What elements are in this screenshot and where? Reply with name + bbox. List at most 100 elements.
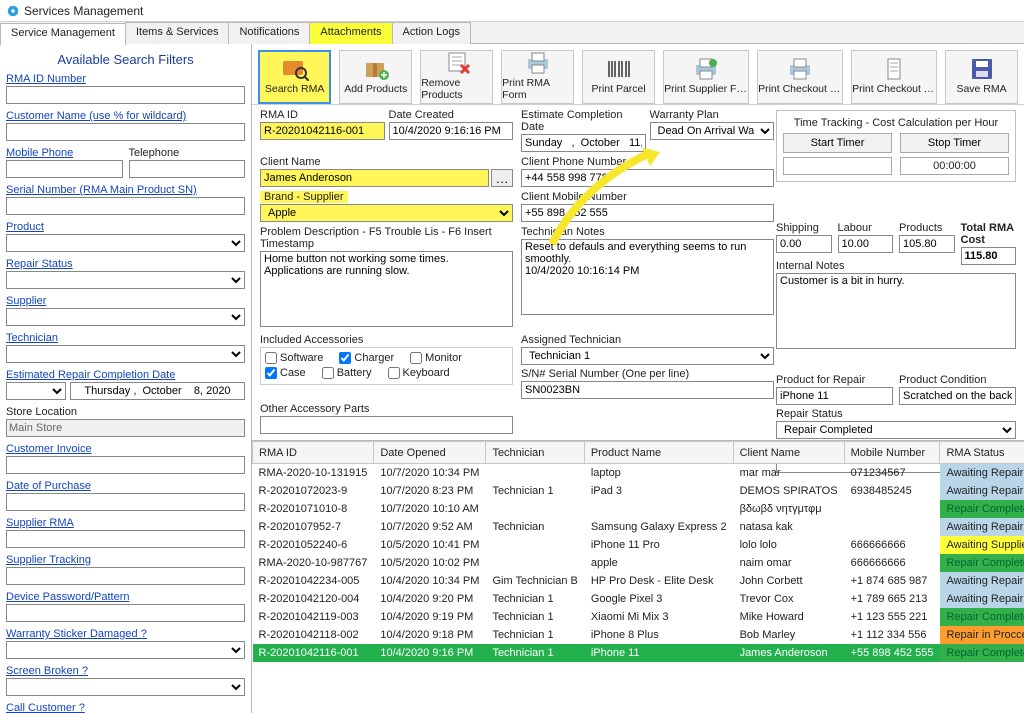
table-row[interactable]: R-20201042234-00510/4/2020 10:34 PMGim T…: [253, 572, 1024, 590]
filter-technician[interactable]: [6, 345, 245, 363]
label-call-customer[interactable]: Call Customer ?: [6, 702, 245, 713]
serial-input[interactable]: [521, 381, 774, 399]
print-supplier-form-button[interactable]: Print Supplier Form: [663, 50, 749, 104]
print-checkout-form-button[interactable]: Print Checkout Form: [757, 50, 843, 104]
labour-input[interactable]: [838, 235, 894, 253]
tab-service-management[interactable]: Service Management: [0, 23, 126, 45]
acc-case[interactable]: Case: [265, 367, 306, 379]
label-supplier-tracking[interactable]: Supplier Tracking: [6, 554, 245, 566]
filter-purchase[interactable]: [6, 493, 245, 511]
label-screen-broken[interactable]: Screen Broken ?: [6, 665, 245, 677]
internal-notes-textarea[interactable]: Customer is a bit in hurry.: [776, 273, 1016, 349]
filter-repair-status[interactable]: [6, 271, 245, 289]
label-technician[interactable]: Technician: [6, 332, 245, 344]
table-row[interactable]: R-20201042118-00210/4/2020 9:18 PMTechni…: [253, 626, 1024, 644]
table-header[interactable]: RMA ID: [253, 442, 374, 464]
filter-device-pw[interactable]: [6, 604, 245, 622]
warranty-plan-select[interactable]: Dead On Arrival Warranty A: [650, 122, 775, 140]
tab-action-logs[interactable]: Action Logs: [392, 22, 471, 44]
tab-items-services[interactable]: Items & Services: [125, 22, 230, 44]
client-lookup-button[interactable]: …: [491, 169, 513, 187]
est-comp-input[interactable]: [521, 134, 646, 152]
print-rma-form-button[interactable]: Print RMA Form: [501, 50, 574, 104]
filter-product[interactable]: [6, 234, 245, 252]
filter-supplier[interactable]: [6, 308, 245, 326]
label-est-date[interactable]: Estimated Repair Completion Date: [6, 369, 245, 381]
client-phone-input[interactable]: [521, 169, 774, 187]
filter-telephone[interactable]: [129, 160, 246, 178]
repair-status-select[interactable]: Repair Completed: [776, 421, 1016, 439]
table-header[interactable]: Date Opened: [374, 442, 486, 464]
acc-software[interactable]: Software: [265, 352, 323, 364]
label-supplier[interactable]: Supplier: [6, 295, 245, 307]
print-parcel-button[interactable]: Print Parcel: [582, 50, 655, 104]
save-rma-button[interactable]: Save RMA: [945, 50, 1018, 104]
label-customer-name[interactable]: Customer Name (use % for wildcard): [6, 110, 245, 122]
rma-table-wrap[interactable]: RMA IDDate OpenedTechnicianProduct NameC…: [252, 440, 1024, 713]
other-acc-input[interactable]: [260, 416, 513, 434]
label-serial[interactable]: Serial Number (RMA Main Product SN): [6, 184, 245, 196]
brand-select[interactable]: Apple: [260, 204, 513, 222]
shipping-input[interactable]: [776, 235, 832, 253]
label-invoice[interactable]: Customer Invoice: [6, 443, 245, 455]
filter-screen-broken[interactable]: [6, 678, 245, 696]
time-tracking-box: Time Tracking - Cost Calculation per Hou…: [776, 110, 1016, 182]
table-header[interactable]: RMA Status: [940, 442, 1024, 464]
filter-mobile[interactable]: [6, 160, 123, 178]
remove-products-button[interactable]: Remove Products: [420, 50, 493, 104]
table-row[interactable]: R-20201042120-00410/4/2020 9:20 PMTechni…: [253, 590, 1024, 608]
label-warranty-sticker[interactable]: Warranty Sticker Damaged ?: [6, 628, 245, 640]
start-timer-button[interactable]: Start Timer: [783, 133, 892, 153]
print-checkout-ticket-button[interactable]: Print Checkout Ticket: [851, 50, 937, 104]
tech-notes-textarea[interactable]: Reset to defauls and everything seems to…: [521, 239, 774, 315]
label-product[interactable]: Product: [6, 221, 245, 233]
acc-keyboard[interactable]: Keyboard: [388, 367, 450, 379]
filter-est-date[interactable]: [70, 382, 245, 400]
table-header[interactable]: Technician: [486, 442, 584, 464]
stop-timer-button[interactable]: Stop Timer: [900, 133, 1009, 153]
label-supplier-rma[interactable]: Supplier RMA: [6, 517, 245, 529]
filter-supplier-tracking[interactable]: [6, 567, 245, 585]
table-row[interactable]: RMA-2020-10-13191510/7/2020 10:34 PMlapt…: [253, 464, 1024, 482]
filter-serial[interactable]: [6, 197, 245, 215]
label-purchase[interactable]: Date of Purchase: [6, 480, 245, 492]
table-row[interactable]: R-20201042119-00310/4/2020 9:19 PMTechni…: [253, 608, 1024, 626]
client-name-input[interactable]: [260, 169, 489, 187]
label-mobile[interactable]: Mobile Phone: [6, 147, 123, 159]
tab-attachments[interactable]: Attachments: [309, 22, 392, 44]
label-rma-id[interactable]: RMA ID Number: [6, 73, 245, 85]
table-row[interactable]: R-2020107952-710/7/2020 9:52 AMTechnicia…: [253, 518, 1024, 536]
table-row[interactable]: RMA-2020-10-98776710/5/2020 10:02 PMappl…: [253, 554, 1024, 572]
filter-est-date-op[interactable]: [6, 382, 66, 400]
products-cost-input[interactable]: [899, 235, 955, 253]
acc-charger[interactable]: Charger: [339, 352, 394, 364]
table-header[interactable]: Mobile Number: [844, 442, 940, 464]
assigned-tech-select[interactable]: Technician 1: [521, 347, 774, 365]
client-mobile-input[interactable]: [521, 204, 774, 222]
label-device-pw[interactable]: Device Password/Pattern: [6, 591, 245, 603]
filter-warranty-sticker[interactable]: [6, 641, 245, 659]
add-products-button[interactable]: Add Products: [339, 50, 412, 104]
table-row[interactable]: R-20201072023-910/7/2020 8:23 PMTechnici…: [253, 482, 1024, 500]
product-condition-input[interactable]: [899, 387, 1016, 405]
filter-rma-id[interactable]: [6, 86, 245, 104]
table-row[interactable]: R-20201042116-00110/4/2020 9:16 PMTechni…: [253, 644, 1024, 662]
filter-invoice[interactable]: [6, 456, 245, 474]
date-created-input[interactable]: [389, 122, 514, 140]
problem-textarea[interactable]: Home button not working some times. Appl…: [260, 251, 513, 327]
acc-monitor[interactable]: Monitor: [410, 352, 462, 364]
tab-notifications[interactable]: Notifications: [228, 22, 310, 44]
table-header[interactable]: Client Name: [733, 442, 844, 464]
product-for-repair-input[interactable]: [776, 387, 893, 405]
filter-customer-name[interactable]: [6, 123, 245, 141]
rma-id-input[interactable]: [260, 122, 385, 140]
table-row[interactable]: R-20201071010-810/7/2020 10:10 AMβδωβδ ν…: [253, 500, 1024, 518]
table-header[interactable]: Product Name: [584, 442, 733, 464]
acc-battery[interactable]: Battery: [322, 367, 372, 379]
rma-table: RMA IDDate OpenedTechnicianProduct NameC…: [252, 441, 1024, 662]
sidebar-heading: Available Search Filters: [6, 52, 245, 67]
table-row[interactable]: R-20201052240-610/5/2020 10:41 PMiPhone …: [253, 536, 1024, 554]
search-rma-button[interactable]: Search RMA: [258, 50, 331, 104]
label-repair-status[interactable]: Repair Status: [6, 258, 245, 270]
filter-supplier-rma[interactable]: [6, 530, 245, 548]
